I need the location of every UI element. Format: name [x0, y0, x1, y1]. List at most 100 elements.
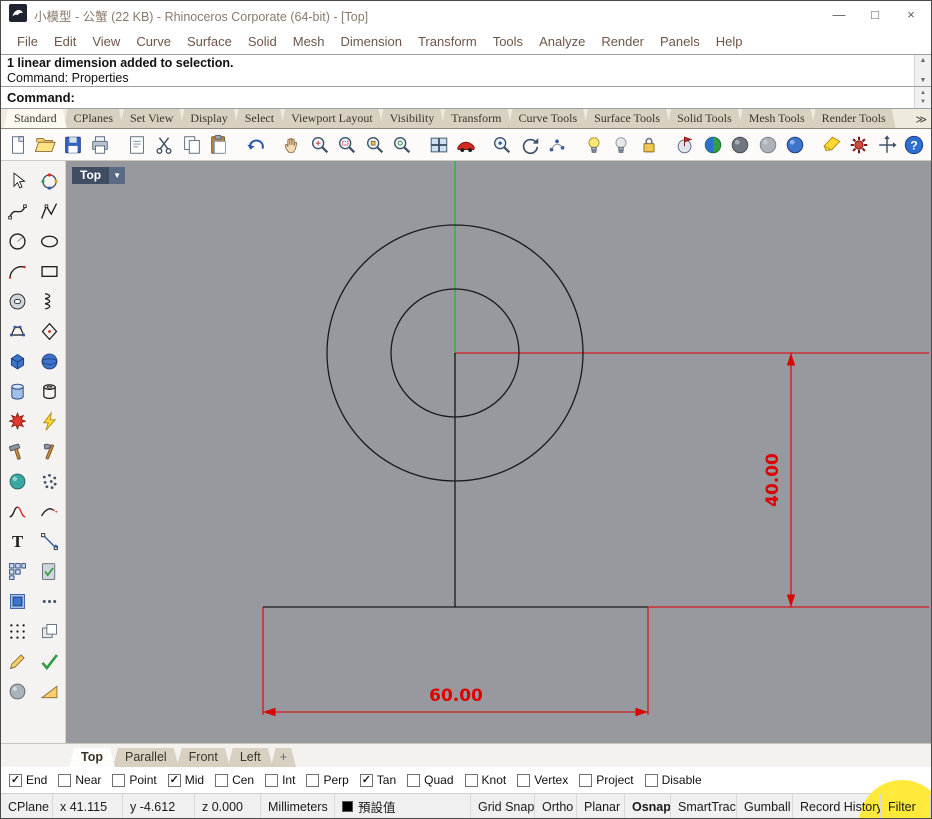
- close-button[interactable]: ×: [893, 1, 929, 29]
- toolbar-tab-render-tools[interactable]: Render Tools: [812, 109, 896, 128]
- checkbox-icon[interactable]: [407, 773, 421, 787]
- osnap-perp[interactable]: Perp: [306, 773, 349, 787]
- layer-box-button[interactable]: [5, 589, 30, 613]
- chevron-down-icon[interactable]: ▼: [109, 167, 126, 184]
- circle-tool-button[interactable]: [5, 229, 30, 253]
- copy-button[interactable]: [179, 132, 204, 158]
- menu-view[interactable]: View: [84, 29, 128, 54]
- text-tool-button[interactable]: T: [5, 529, 30, 553]
- osnap-int[interactable]: Int: [265, 773, 295, 787]
- menu-analyze[interactable]: Analyze: [531, 29, 593, 54]
- osnap-end[interactable]: ✓ End: [9, 773, 47, 787]
- wedge-tool-button[interactable]: [37, 679, 62, 703]
- osnap-point[interactable]: Point: [112, 773, 157, 787]
- maximize-button[interactable]: □: [857, 1, 893, 29]
- undo-button[interactable]: [243, 132, 268, 158]
- check-tool-button[interactable]: [37, 649, 62, 673]
- status-z-0-000[interactable]: z 0.000: [195, 794, 261, 818]
- pan-view-button[interactable]: [279, 132, 304, 158]
- checkbox-icon[interactable]: [112, 773, 126, 787]
- light-on-button[interactable]: [581, 132, 606, 158]
- extend-curve-button[interactable]: [37, 499, 62, 523]
- sphere-tool-button[interactable]: [37, 349, 62, 373]
- osnap-vertex[interactable]: Vertex: [517, 773, 568, 787]
- menu-transform[interactable]: Transform: [410, 29, 485, 54]
- axe-tool-button[interactable]: [37, 439, 62, 463]
- cylinder-tool-button[interactable]: [5, 379, 30, 403]
- shaded-sphere-button[interactable]: [5, 469, 30, 493]
- checkbox-icon[interactable]: [265, 773, 279, 787]
- torus-tool-button[interactable]: [5, 289, 30, 313]
- status-smarttrack[interactable]: SmartTrack: [671, 794, 737, 818]
- ghosted-view-button[interactable]: [755, 132, 780, 158]
- checkbox-icon[interactable]: [464, 773, 478, 787]
- toolbar-tab-cplanes[interactable]: CPlanes: [64, 109, 123, 128]
- hammer-tool-button[interactable]: [5, 439, 30, 463]
- viewport-tab-front[interactable]: Front: [177, 748, 230, 767]
- toolbar-tab-solid-tools[interactable]: Solid Tools: [667, 109, 742, 128]
- diamond-tool-button[interactable]: [37, 319, 62, 343]
- command-prompt[interactable]: Command: ▲ ▼: [1, 87, 931, 109]
- save-file-button[interactable]: [60, 132, 85, 158]
- osnap-cen[interactable]: Cen: [215, 773, 254, 787]
- toolbar-tab-select[interactable]: Select: [235, 109, 284, 128]
- toolbar-tab-surface-tools[interactable]: Surface Tools: [584, 109, 670, 128]
- menu-surface[interactable]: Surface: [179, 29, 240, 54]
- lock-button[interactable]: [636, 132, 661, 158]
- cut-button[interactable]: [151, 132, 176, 158]
- command-history[interactable]: 1 linear dimension added to selection. C…: [1, 54, 931, 87]
- pencil-edit-button[interactable]: [5, 649, 30, 673]
- helix-tool-button[interactable]: [37, 289, 62, 313]
- menu-edit[interactable]: Edit: [46, 29, 84, 54]
- zoom-selected-button[interactable]: [362, 132, 387, 158]
- polyline-button[interactable]: [37, 199, 62, 223]
- new-file-button[interactable]: [5, 132, 30, 158]
- osnap-knot[interactable]: Knot: [464, 773, 506, 787]
- toolbar-tab-set-view[interactable]: Set View: [120, 109, 183, 128]
- options-gear-button[interactable]: [847, 132, 872, 158]
- render-button[interactable]: [673, 132, 698, 158]
- status-y-4-612[interactable]: y -4.612: [123, 794, 195, 818]
- osnap-quad[interactable]: Quad: [407, 773, 454, 787]
- menu-render[interactable]: Render: [593, 29, 652, 54]
- shaded-view-button[interactable]: [728, 132, 753, 158]
- more-dots-button[interactable]: [37, 589, 62, 613]
- open-file-button[interactable]: [32, 132, 57, 158]
- checkbox-icon[interactable]: [58, 773, 72, 787]
- toolbar-tab-transform[interactable]: Transform: [441, 109, 511, 128]
- spin-down-icon[interactable]: ▼: [920, 98, 926, 107]
- pipe-tool-button[interactable]: [37, 379, 62, 403]
- checkbox-icon[interactable]: [517, 773, 531, 787]
- box-tool-button[interactable]: [5, 349, 30, 373]
- status-layer[interactable]: 預設值: [335, 794, 471, 818]
- checkbox-icon[interactable]: [644, 773, 658, 787]
- control-point-curve-button[interactable]: [5, 199, 30, 223]
- status-ortho[interactable]: Ortho: [535, 794, 577, 818]
- select-arrow-button[interactable]: [5, 169, 30, 193]
- viewport-layout-button[interactable]: [426, 132, 451, 158]
- rotate-view-tool-button[interactable]: [37, 169, 62, 193]
- toolbar-tab-display[interactable]: Display: [180, 109, 237, 128]
- xray-view-button[interactable]: [783, 132, 808, 158]
- ellipse-tool-button[interactable]: [37, 229, 62, 253]
- checkbox-icon[interactable]: [215, 773, 229, 787]
- viewport-top[interactable]: 40.00 60.00 Top ▼: [66, 161, 931, 743]
- menu-file[interactable]: File: [9, 29, 46, 54]
- status-millimeters[interactable]: Millimeters: [261, 794, 335, 818]
- checkbox-icon[interactable]: ✓: [9, 773, 22, 787]
- osnap-disable[interactable]: Disable: [644, 773, 702, 787]
- osnap-near[interactable]: Near: [58, 773, 101, 787]
- zoom-in-button[interactable]: [490, 132, 515, 158]
- menu-mesh[interactable]: Mesh: [285, 29, 333, 54]
- menu-dimension[interactable]: Dimension: [333, 29, 410, 54]
- splash-tool-button[interactable]: [5, 409, 30, 433]
- blend-curve-button[interactable]: [5, 499, 30, 523]
- paste-tool-button[interactable]: [37, 559, 62, 583]
- checkbox-icon[interactable]: ✓: [167, 773, 181, 787]
- toolbar-tab-viewport-layout[interactable]: Viewport Layout: [281, 109, 383, 128]
- menu-tools[interactable]: Tools: [485, 29, 531, 54]
- move-points-button[interactable]: [37, 529, 62, 553]
- osnap-project[interactable]: Project: [579, 773, 634, 787]
- viewport-title-label[interactable]: Top ▼: [72, 167, 126, 184]
- menu-help[interactable]: Help: [708, 29, 751, 54]
